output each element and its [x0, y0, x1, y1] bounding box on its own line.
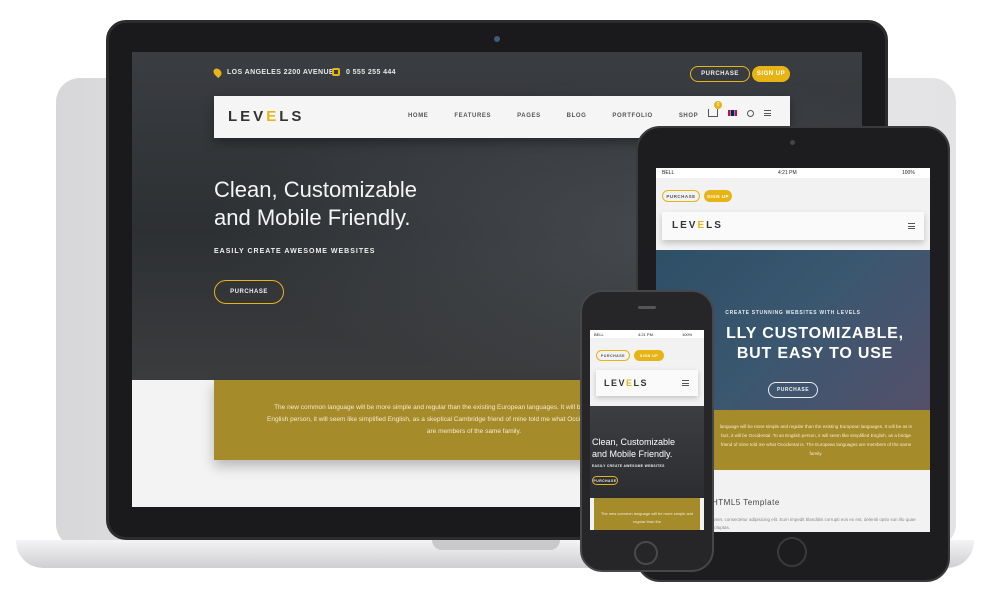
- tablet-hero-purchase-button[interactable]: PURCHASE: [768, 382, 818, 398]
- tablet-status-bar: BELL 4:21 PM 100%: [656, 168, 930, 178]
- tablet-battery: 100%: [902, 170, 915, 176]
- tablet-logo-post: LS: [706, 220, 723, 231]
- nav-portfolio[interactable]: PORTFOLIO: [612, 113, 652, 119]
- desktop-hero-title: Clean, Customizable and Mobile Friendly.: [214, 176, 514, 232]
- tablet-logo[interactable]: LEVELS: [672, 220, 723, 231]
- location-pin-icon: [211, 66, 224, 79]
- tablet-carrier: BELL: [662, 170, 675, 176]
- phone-hero-subtitle: EASILY CREATE AWESOME WEBSITES: [592, 464, 665, 468]
- search-icon[interactable]: [747, 109, 754, 117]
- phone-hero: Clean, Customizable and Mobile Friendly.…: [590, 406, 704, 498]
- tablet-section-title: HTML5 Template: [712, 498, 780, 507]
- phone-logo-accent: E: [626, 378, 634, 388]
- logo-post: LS: [279, 108, 305, 125]
- phone-title-line2: and Mobile Friendly.: [592, 449, 673, 459]
- cart-icon[interactable]: 0: [708, 101, 722, 117]
- phone-time: 4:21 PM: [638, 332, 653, 337]
- tablet-logo-pre: LEV: [672, 220, 698, 231]
- nav-icons: 0: [708, 101, 771, 117]
- phone-purchase-button[interactable]: PURCHASE: [596, 350, 630, 361]
- tablet-title-line1: LLY CUSTOMIZABLE,: [726, 325, 904, 342]
- phone-status-bar: BELL 4:21 PM 100%: [590, 330, 704, 338]
- hero-purchase-button[interactable]: PURCHASE: [214, 280, 284, 304]
- levels-logo[interactable]: LEVELS: [228, 108, 304, 125]
- tablet-camera: [790, 140, 795, 145]
- topbar-signup-button[interactable]: SIGN UP: [752, 66, 790, 82]
- cart-badge: 0: [714, 101, 722, 109]
- tablet-menu-icon[interactable]: [908, 223, 915, 229]
- phone-speaker: [638, 306, 656, 309]
- phone-screen: BELL 4:21 PM 100% PURCHASE SIGN UP LEVEL…: [590, 330, 704, 530]
- phone-signup-button[interactable]: SIGN UP: [634, 350, 664, 361]
- desktop-hero-subtitle: EASILY CREATE AWESOME WEBSITES: [214, 248, 376, 255]
- address-text: LOS ANGELES 2200 AVENUE: [227, 69, 334, 76]
- tablet-logo-accent: E: [697, 220, 707, 231]
- tablet-home-button: [777, 537, 807, 567]
- phone-band-text: The new common language will be more sim…: [600, 511, 694, 524]
- phone-item: 0 555 255 444: [332, 68, 396, 76]
- logo-pre: LEV: [228, 108, 267, 125]
- nav-links: HOME FEATURES PAGES BLOG PORTFOLIO SHOP: [408, 113, 724, 119]
- tablet-navbar: LEVELS: [662, 212, 924, 240]
- tablet-section-text: amet, consectetur adipisicing elit. Eum …: [712, 517, 916, 530]
- nav-shop[interactable]: SHOP: [679, 113, 698, 119]
- tablet-hero-title: LLY CUSTOMIZABLE, BUT EASY TO USE: [700, 324, 930, 364]
- phone-logo-post: LS: [633, 378, 649, 388]
- menu-icon[interactable]: [764, 110, 771, 116]
- uk-flag-icon[interactable]: [728, 110, 737, 116]
- nav-home[interactable]: HOME: [408, 113, 428, 119]
- phone-logo-pre: LEV: [604, 378, 627, 388]
- phone-hero-title: Clean, Customizable and Mobile Friendly.: [592, 436, 702, 460]
- tablet-band-text: language will be more simple and regular…: [719, 424, 913, 456]
- laptop-notch: [432, 540, 560, 550]
- nav-blog[interactable]: BLOG: [567, 113, 587, 119]
- nav-features[interactable]: FEATURES: [454, 113, 491, 119]
- tablet-signup-button[interactable]: SIGN UP: [704, 190, 732, 202]
- hero-title-line2: and Mobile Friendly.: [214, 205, 411, 230]
- address-item: LOS ANGELES 2200 AVENUE: [211, 66, 334, 79]
- phone-text: 0 555 255 444: [346, 68, 396, 76]
- hero-title-line1: Clean, Customizable: [214, 177, 417, 202]
- topbar-purchase-button[interactable]: PURCHASE: [690, 66, 750, 82]
- laptop-camera: [494, 36, 500, 42]
- phone-menu-icon[interactable]: [682, 380, 689, 386]
- tablet-time: 4:21 PM: [778, 170, 797, 176]
- phone-gold-band: The new common language will be more sim…: [594, 498, 700, 530]
- tablet-purchase-button[interactable]: PURCHASE: [662, 190, 700, 202]
- phone-navbar: LEVELS: [596, 370, 698, 396]
- phone-home-button: [634, 541, 658, 565]
- phone-carrier: BELL: [594, 332, 604, 337]
- nav-pages[interactable]: PAGES: [517, 113, 541, 119]
- tablet-title-line2: BUT EASY TO USE: [736, 345, 894, 362]
- logo-accent: E: [266, 108, 280, 125]
- phone-battery: 100%: [682, 332, 693, 337]
- phone-hero-purchase-button[interactable]: PURCHASE: [592, 476, 618, 485]
- phone-logo[interactable]: LEVELS: [604, 378, 648, 388]
- phone-icon: [332, 68, 340, 76]
- phone-title-line1: Clean, Customizable: [592, 437, 676, 447]
